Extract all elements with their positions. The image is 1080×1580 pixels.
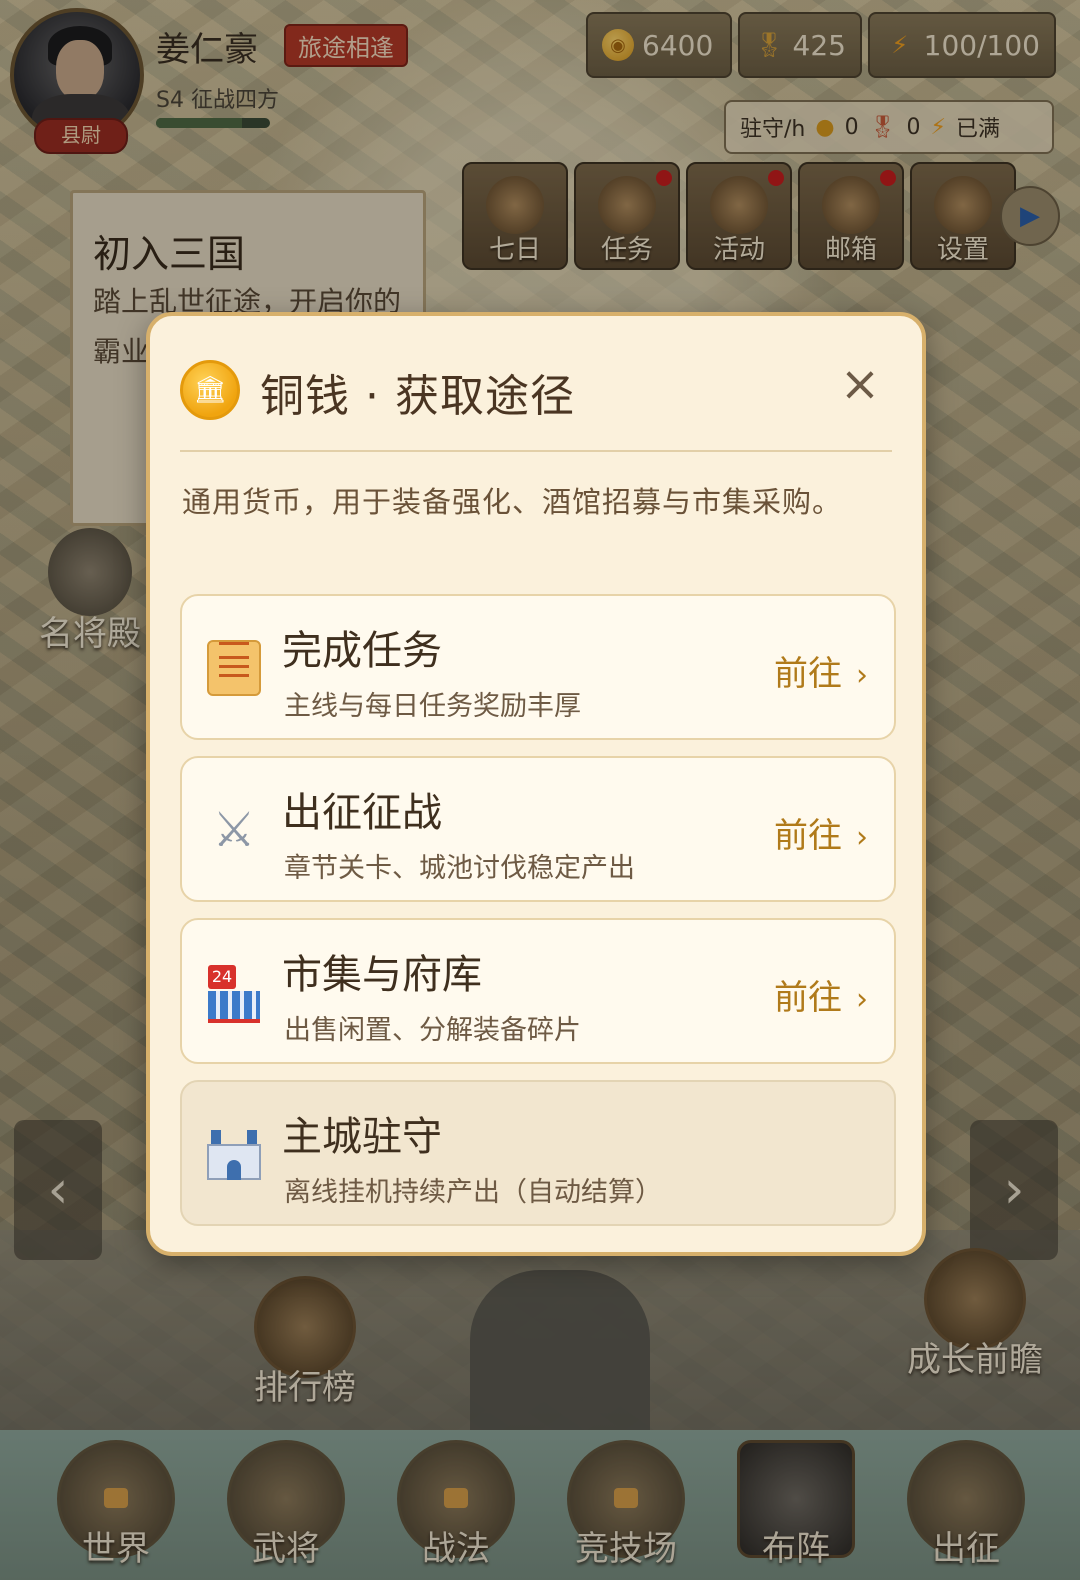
option-subtitle: 离线挂机持续产出（自动结算） bbox=[284, 1177, 662, 1208]
store-icon: 24 bbox=[208, 965, 260, 1023]
option-subtitle: 章节关卡、城池讨伐稳定产出 bbox=[284, 853, 635, 884]
go-button[interactable]: 前往 › bbox=[774, 808, 868, 857]
coin-icon: 🏛 bbox=[180, 360, 240, 420]
option-subtitle: 主线与每日任务奖励丰厚 bbox=[284, 691, 581, 722]
dialog-description: 通用货币，用于装备强化、酒馆招募与市集采购。 bbox=[182, 485, 843, 519]
dialog-header: 🏛 铜钱 · 获取途径 × bbox=[180, 356, 892, 426]
scroll-icon bbox=[207, 640, 261, 696]
option-title: 完成任务 bbox=[282, 628, 442, 674]
source-garrison: 主城驻守 离线挂机持续产出（自动结算） bbox=[180, 1080, 896, 1226]
crossed-swords-icon: ⚔ bbox=[212, 802, 256, 858]
coin-source-dialog: 🏛 铜钱 · 获取途径 × 通用货币，用于装备强化、酒馆招募与市集采购。 完成任… bbox=[146, 312, 926, 1256]
source-complete-quests[interactable]: 完成任务 主线与每日任务奖励丰厚 前往 › bbox=[180, 594, 896, 740]
close-icon[interactable]: × bbox=[836, 360, 884, 410]
go-button[interactable]: 前往 › bbox=[774, 970, 868, 1019]
go-button[interactable]: 前往 › bbox=[774, 646, 868, 695]
option-title: 出征征战 bbox=[282, 790, 442, 836]
dialog-title: 铜钱 · 获取途径 bbox=[260, 371, 575, 422]
chevron-right-icon: › bbox=[856, 982, 868, 1017]
source-market[interactable]: 24 市集与府库 出售闲置、分解装备碎片 前往 › bbox=[180, 918, 896, 1064]
option-title: 主城驻守 bbox=[282, 1114, 442, 1160]
chevron-right-icon: › bbox=[856, 658, 868, 693]
option-subtitle: 出售闲置、分解装备碎片 bbox=[284, 1015, 581, 1046]
divider bbox=[180, 450, 892, 452]
chevron-right-icon: › bbox=[856, 820, 868, 855]
castle-icon bbox=[207, 1128, 261, 1180]
source-expedition[interactable]: ⚔ 出征征战 章节关卡、城池讨伐稳定产出 前往 › bbox=[180, 756, 896, 902]
option-title: 市集与府库 bbox=[282, 952, 482, 998]
